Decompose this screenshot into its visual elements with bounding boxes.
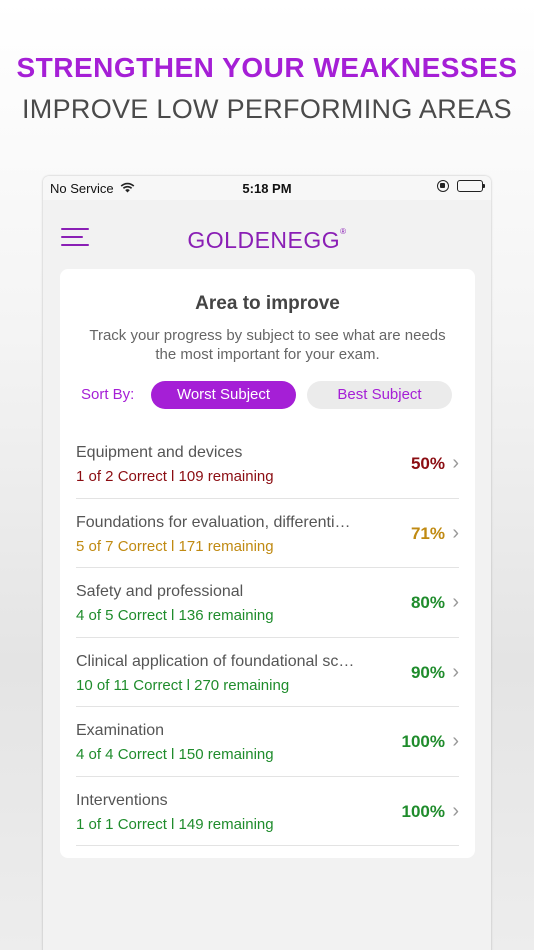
subject-row[interactable]: Examination 4 of 4 Correct l 150 remaini… — [76, 707, 459, 777]
subject-row[interactable]: Clinical application of foundational sc…… — [76, 638, 459, 707]
status-time: 5:18 PM — [242, 181, 292, 196]
chevron-right-icon: › — [452, 730, 459, 752]
subject-percent: 71% — [410, 523, 445, 543]
subject-name: Safety and professional — [76, 583, 244, 600]
subject-percent: 50% — [410, 454, 445, 473]
subject-name: Examination — [76, 722, 165, 739]
area-to-improve-card: Area to improve Track your progress by s… — [60, 269, 475, 858]
rotation-lock-icon — [437, 180, 449, 192]
subject-percent: 100% — [401, 801, 445, 821]
subject-name: Clinical application of foundational sc… — [76, 652, 355, 670]
logo-text: GOLDENEGG — [187, 227, 341, 253]
subject-name: Foundations for evaluation, differenti… — [76, 513, 351, 531]
subject-stats: 1 of 2 Correct l 109 remaining — [76, 468, 274, 485]
sort-row: Sort By: Worst Subject Best Subject — [80, 381, 455, 409]
promo-subheadline: IMPROVE LOW PERFORMING AREAS — [22, 94, 512, 124]
logo-mark: ® — [340, 227, 347, 236]
subject-list: Equipment and devices 1 of 2 Correct l 1… — [76, 429, 459, 846]
promo-headline: STRENGTHEN YOUR WEAKNESSES — [16, 52, 518, 83]
subject-name: Interventions — [76, 791, 168, 809]
subject-row[interactable]: Safety and professional 4 of 5 Correct l… — [76, 568, 459, 638]
phone-screen: No Service 5:18 PM GOLDENEGG® Area to im… — [43, 176, 491, 950]
chevron-right-icon: › — [452, 452, 459, 474]
subject-stats: 1 of 1 Correct l 149 remaining — [76, 815, 274, 833]
sort-best-subject-button[interactable]: Best Subject — [307, 381, 452, 409]
subject-stats: 4 of 4 Correct l 150 remaining — [76, 746, 274, 763]
subject-name: Equipment and devices — [76, 444, 243, 461]
chevron-right-icon: › — [452, 799, 459, 822]
app-header: GOLDENEGG® — [43, 200, 491, 272]
subject-row[interactable]: Interventions 1 of 1 Correct l 149 remai… — [76, 777, 459, 846]
subject-percent: 90% — [410, 662, 445, 682]
chevron-right-icon: › — [452, 521, 459, 544]
chevron-right-icon: › — [452, 660, 459, 683]
app-logo: GOLDENEGG® — [43, 227, 491, 254]
card-title: Area to improve — [195, 293, 340, 314]
subject-percent: 80% — [410, 593, 445, 612]
status-right — [437, 180, 485, 192]
card-description: Track your progress by subject to see wh… — [89, 327, 446, 363]
status-bar: No Service 5:18 PM — [43, 176, 491, 200]
sort-worst-subject-button[interactable]: Worst Subject — [151, 381, 296, 409]
subject-row[interactable]: Equipment and devices 1 of 2 Correct l 1… — [76, 429, 459, 499]
chevron-right-icon: › — [452, 591, 459, 613]
subject-stats: 10 of 11 Correct l 270 remaining — [76, 676, 290, 694]
subject-row[interactable]: Foundations for evaluation, differenti… … — [76, 499, 459, 568]
subject-percent: 100% — [401, 732, 445, 751]
sort-label: Sort By: — [81, 386, 135, 403]
subject-stats: 5 of 7 Correct l 171 remaining — [76, 537, 274, 555]
subject-stats: 4 of 5 Correct l 136 remaining — [76, 607, 274, 624]
battery-icon — [457, 180, 485, 192]
